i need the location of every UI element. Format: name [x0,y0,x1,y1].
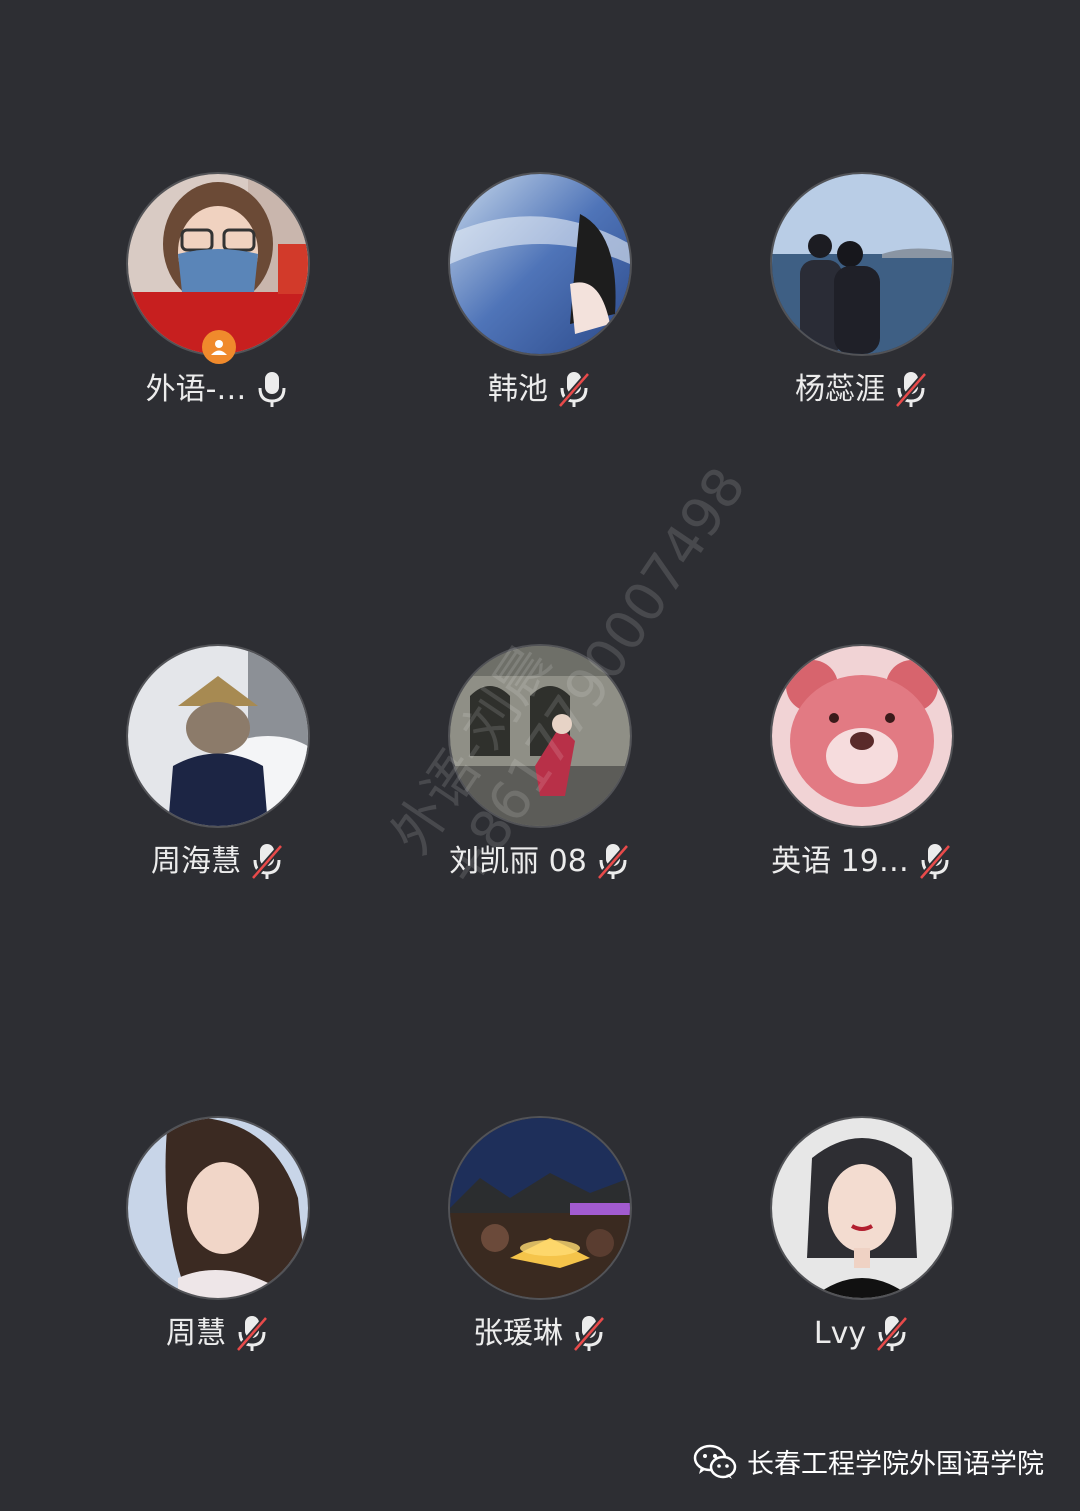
participant-tile[interactable]: 外语-… [98,174,338,434]
microphone-icon[interactable] [254,370,290,410]
participant-name: 杨蕊涯 [795,372,885,407]
person-icon [211,340,227,355]
participant-name: 周海慧 [151,844,241,879]
microphone-muted-icon[interactable] [893,370,929,410]
participant-tile[interactable]: 周慧 [98,1118,338,1378]
avatar[interactable] [450,646,630,826]
avatar[interactable] [450,174,630,354]
participant-name-row: 杨蕊涯 [742,370,982,410]
participant-name-row: 英语 19… [742,842,982,882]
participant-tile[interactable]: 周海慧 [98,646,338,906]
meeting-grid: 外语-… 韩池 杨蕊涯 周海慧 刘凯丽 08 英语 19… 周慧 张瑗琳 Lvy… [0,0,1080,1511]
wechat-icon [693,1444,737,1479]
avatar[interactable] [450,1118,630,1298]
participant-name: 英语 19… [771,844,909,879]
host-badge [202,330,236,364]
participant-tile[interactable]: Lvy [742,1118,982,1378]
participant-name-row: 周慧 [98,1314,338,1354]
participant-name: 周慧 [166,1316,226,1351]
microphone-muted-icon[interactable] [874,1314,910,1354]
participant-name-row: 韩池 [420,370,660,410]
participant-tile[interactable]: 英语 19… [742,646,982,906]
participant-name: 张瑗琳 [473,1316,563,1351]
microphone-muted-icon[interactable] [917,842,953,882]
participant-tile[interactable]: 刘凯丽 08 [420,646,660,906]
participant-tile[interactable]: 张瑗琳 [420,1118,660,1378]
avatar[interactable] [772,1118,952,1298]
avatar[interactable] [772,646,952,826]
avatar[interactable] [128,646,308,826]
footer-text: 长春工程学院外国语学院 [747,1449,1044,1480]
avatar[interactable] [128,1118,308,1298]
participant-name-row: 张瑗琳 [420,1314,660,1354]
participant-tile[interactable]: 杨蕊涯 [742,174,982,434]
microphone-muted-icon[interactable] [595,842,631,882]
avatar[interactable] [128,174,308,354]
participant-tile[interactable]: 韩池 [420,174,660,434]
microphone-muted-icon[interactable] [234,1314,270,1354]
participant-name: 韩池 [488,372,548,407]
microphone-muted-icon[interactable] [571,1314,607,1354]
participant-name: Lvy [813,1316,867,1351]
participant-name: 刘凯丽 08 [449,844,587,879]
microphone-muted-icon[interactable] [249,842,285,882]
participant-name-row: Lvy [742,1314,982,1354]
participant-name-row: 周海慧 [98,842,338,882]
footer-credit: 长春工程学院外国语学院 [693,1442,1044,1481]
microphone-muted-icon[interactable] [556,370,592,410]
participant-name-row: 刘凯丽 08 [420,842,660,882]
participant-name-row: 外语-… [98,370,338,410]
participant-name: 外语-… [145,372,247,407]
avatar[interactable] [772,174,952,354]
